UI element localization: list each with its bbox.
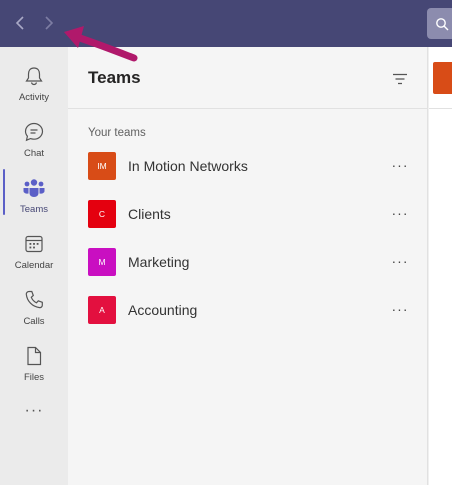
team-row-marketing[interactable]: M Marketing ··· xyxy=(68,242,428,282)
team-avatar: A xyxy=(88,296,116,324)
teams-panel: Teams Your teams IM In Motion Networks ·… xyxy=(68,47,428,485)
rail-item-calls[interactable]: Calls xyxy=(0,276,68,332)
team-avatar: M xyxy=(88,248,116,276)
rail-label-teams: Teams xyxy=(20,204,48,215)
team-name: Accounting xyxy=(128,302,198,318)
content-pane xyxy=(429,47,452,485)
filter-icon xyxy=(393,73,407,85)
chevron-left-icon xyxy=(15,16,24,30)
rail-item-chat[interactable]: Chat xyxy=(0,108,68,164)
calendar-icon xyxy=(22,232,46,256)
rail-item-files[interactable]: Files xyxy=(0,332,68,388)
forward-button[interactable] xyxy=(39,12,59,34)
team-more-options-button[interactable]: ··· xyxy=(390,203,410,223)
rail-label-activity: Activity xyxy=(18,92,50,103)
rail-label-files: Files xyxy=(23,372,45,383)
chat-icon xyxy=(22,120,46,144)
bell-icon xyxy=(22,64,46,88)
back-button[interactable] xyxy=(10,12,30,34)
rail-item-calendar[interactable]: Calendar xyxy=(0,220,68,276)
team-avatar: IM xyxy=(88,152,116,180)
team-more-options-button[interactable]: ··· xyxy=(390,299,410,319)
chevron-right-icon xyxy=(45,16,54,30)
more-apps-button[interactable]: ··· xyxy=(22,399,46,423)
team-name: In Motion Networks xyxy=(128,158,248,174)
phone-icon xyxy=(22,288,46,312)
team-more-options-button[interactable]: ··· xyxy=(390,251,410,271)
teams-icon xyxy=(22,176,46,200)
filter-button[interactable] xyxy=(390,69,410,89)
file-icon xyxy=(22,344,46,368)
rail-label-calendar: Calendar xyxy=(14,260,54,271)
search-input[interactable] xyxy=(427,8,452,39)
team-more-options-button[interactable]: ··· xyxy=(390,155,410,175)
rail-item-teams[interactable]: Teams xyxy=(0,164,68,220)
team-row-accounting[interactable]: A Accounting ··· xyxy=(68,290,428,330)
panel-header: Teams xyxy=(68,47,428,109)
section-label-your-teams: Your teams xyxy=(88,127,146,139)
search-icon xyxy=(436,17,449,30)
team-row-in-motion-networks[interactable]: IM In Motion Networks ··· xyxy=(68,146,428,186)
rail-label-chat: Chat xyxy=(23,148,45,159)
title-bar xyxy=(0,0,452,47)
team-name: Marketing xyxy=(128,254,190,270)
page-title: Teams xyxy=(88,68,141,87)
team-row-clients[interactable]: C Clients ··· xyxy=(68,194,428,234)
team-avatar-partial xyxy=(433,62,452,94)
team-name: Clients xyxy=(128,206,171,222)
team-avatar: C xyxy=(88,200,116,228)
rail-item-activity[interactable]: Activity xyxy=(0,52,68,108)
content-header xyxy=(429,47,452,109)
app-rail: Activity Chat Teams Calendar Calls Files… xyxy=(0,47,68,485)
rail-label-calls: Calls xyxy=(23,316,45,327)
